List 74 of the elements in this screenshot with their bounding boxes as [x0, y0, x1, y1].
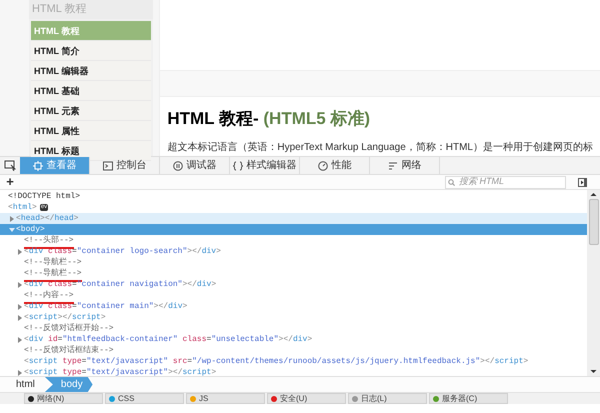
filter-button[interactable]: 安全(U) [267, 393, 346, 404]
doctype-text: <!DOCTYPE html> [8, 190, 80, 202]
collapsed-arrow-icon[interactable] [17, 304, 23, 310]
tree-row[interactable]: <script type="text/javascript"></script> [0, 367, 587, 376]
sidebar-item[interactable]: HTML 属性 [30, 121, 151, 141]
collapsed-arrow-icon[interactable] [17, 314, 23, 320]
tree-row[interactable]: <!DOCTYPE html> [0, 191, 587, 202]
scroll-thumb[interactable] [588, 199, 598, 245]
comment-text: <!--内容--> [24, 290, 74, 304]
add-node-button[interactable]: + [0, 175, 20, 189]
tree-row[interactable]: <div id="htmlfeedback-container" class="unselectable"></div> [0, 334, 587, 345]
sidebar-item[interactable]: HTML 基础 [30, 81, 151, 101]
collapsed-arrow-icon[interactable] [17, 282, 23, 288]
tree-row[interactable]: <!--导航栏--> [0, 268, 587, 279]
filter-button[interactable]: CSS [105, 393, 184, 404]
search-field[interactable]: 搜索 HTML [445, 176, 566, 188]
markup-text: <div id="htmlfeedback-container" class="unselectable"></div> [24, 334, 312, 345]
sidebar-item[interactable]: HTML 简介 [30, 41, 151, 61]
scrollbar[interactable] [587, 190, 600, 376]
markup-text: <head></head> [16, 212, 78, 224]
article-title: HTML 教程- (HTML5 标准) [167, 108, 372, 130]
tree-row[interactable]: <div class="container navigation"></div> [0, 279, 587, 290]
sidebar-item[interactable]: HTML 标题 [30, 141, 151, 161]
scroll-up-icon[interactable] [590, 190, 597, 199]
network-icon [388, 160, 398, 170]
tree-row[interactable]: <!--反馈对话框开始--> [0, 323, 587, 334]
tree-row[interactable]: <div class="container main"></div> [0, 301, 587, 312]
tree-row[interactable]: <script></script> [0, 312, 587, 323]
tree-row[interactable]: <script type="text/javascript" src="/wp-content/themes/runoob/assets/js/jquery.htmlfeedback.js"></script> [0, 356, 587, 367]
devtools-tab[interactable]: 性能 [300, 157, 370, 174]
comment-text: <!--反馈对话框开始--> [24, 322, 114, 334]
collapsed-arrow-icon[interactable] [17, 336, 23, 342]
intro-paragraph: 超文本标记语言（英语：HyperText Markup Language，简称：HTML）是一种用于创建网页的标 [167, 140, 593, 154]
style-icon [232, 160, 242, 170]
markup-text: <div class="container main"></div> [24, 300, 188, 312]
console-icon [102, 160, 112, 170]
tree-row[interactable]: <!--反馈对话框结束--> [0, 345, 587, 356]
devtools-tab[interactable]: 调试器 [160, 157, 230, 174]
tree-row[interactable]: <!--头部--> [0, 235, 587, 246]
devtools-tab[interactable]: 网络 [370, 157, 440, 174]
tree-row[interactable]: <div class="container logo-search"></div> [0, 246, 587, 257]
sidebar-item[interactable]: HTML 编辑器 [30, 61, 151, 81]
comment-text: <!--反馈对话框结束--> [24, 344, 114, 356]
sidebar-item[interactable]: HTML 元素 [30, 101, 151, 121]
sidebar-heading: HTML 教程 [28, 0, 153, 19]
sidebar-toggle-icon[interactable] [578, 178, 587, 186]
markup-text: <script type="text/javascript"></script> [24, 366, 216, 376]
collapsed-arrow-icon[interactable] [9, 216, 15, 222]
filter-button[interactable]: JS [186, 393, 265, 404]
scroll-down-icon[interactable] [590, 367, 597, 376]
collapsed-arrow-icon[interactable] [17, 370, 23, 376]
markup-text: <div class="container logo-search"></div> [24, 246, 221, 257]
filter-button[interactable]: 服务器(C) [429, 393, 508, 404]
performance-icon [318, 160, 328, 170]
filter-button[interactable]: 网络(N) [24, 393, 103, 404]
search-icon [448, 178, 455, 186]
expanded-arrow-icon[interactable] [9, 226, 15, 232]
markup-text: <html> [8, 202, 37, 214]
filter-button[interactable]: 日志(L) [348, 393, 427, 404]
collapsed-arrow-icon[interactable] [17, 248, 23, 254]
markup-text: <body> [16, 224, 45, 236]
debugger-icon [172, 160, 182, 170]
markup-text: <script></script> [24, 312, 106, 323]
markup-text: <script type="text/javascript" src="/wp-content/themes/runoob/assets/js/jquery.htmlfeedback.js"></script> [24, 356, 528, 368]
devtools-tab[interactable]: 控制台 [90, 157, 160, 174]
tree-row[interactable]: <!--导航栏--> [0, 257, 587, 268]
inspector-icon [32, 160, 42, 170]
devtools-tab[interactable]: 样式编辑器 [230, 157, 300, 174]
markup-text: <div class="container navigation"></div> [24, 278, 216, 290]
comment-text: <!--头部--> [24, 234, 74, 248]
comment-text: <!--导航栏--> [24, 268, 82, 282]
tree-row[interactable]: <!--内容--> [0, 290, 587, 301]
comment-text: <!--导航栏--> [24, 256, 82, 268]
breadcrumb[interactable]: html [6, 377, 45, 392]
